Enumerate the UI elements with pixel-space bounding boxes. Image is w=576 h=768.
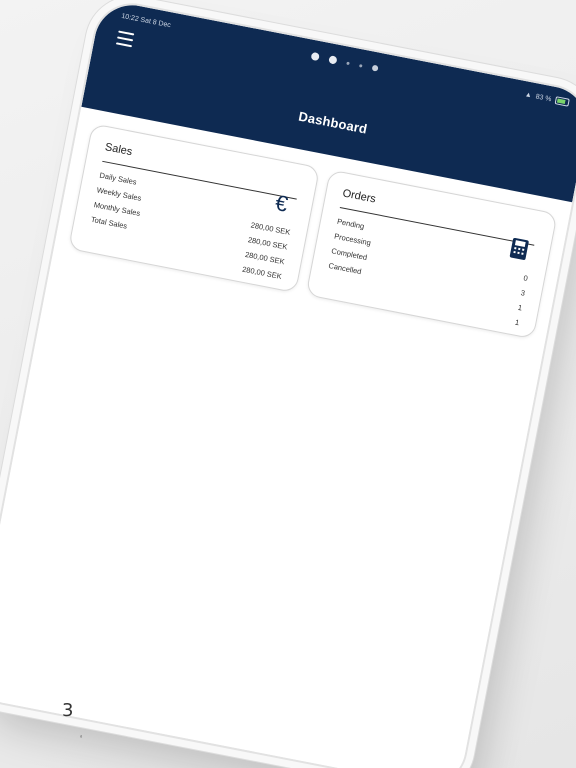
- card-terminal-icon: [505, 236, 533, 264]
- camera-lens-icon: [328, 55, 338, 65]
- orders-labels: Pending Processing Completed Cancelled: [323, 214, 375, 300]
- camera-sensor-icon: [359, 63, 363, 68]
- orders-rows: Pending Processing Completed Cancelled 0…: [323, 214, 533, 330]
- camera-sensor-icon: [346, 61, 350, 65]
- battery-icon: [554, 96, 570, 107]
- hamburger-icon: [118, 30, 135, 36]
- camera-lens-icon: [310, 51, 320, 62]
- menu-button[interactable]: [115, 30, 135, 48]
- stage: 10:22 Sat 8 Dec ▲ 83 % Dashboard Sales €…: [0, 0, 576, 768]
- camera-flash-icon: [371, 64, 379, 72]
- orders-value-pending: 0: [522, 273, 529, 284]
- app-screen: 10:22 Sat 8 Dec ▲ 83 % Dashboard Sales €…: [0, 0, 576, 768]
- hamburger-icon: [117, 36, 134, 42]
- orders-value-processing: 3: [519, 288, 526, 298]
- euro-icon: €: [273, 189, 291, 217]
- sales-labels: Daily Sales Weekly Sales Monthly Sales T…: [86, 168, 148, 256]
- status-time-date: 10:22 Sat 8 Dec: [120, 12, 172, 29]
- orders-value-cancelled: 1: [514, 317, 521, 328]
- battery-percent: 83 %: [535, 92, 553, 103]
- orders-value-completed: 1: [517, 302, 523, 313]
- background-handwriting: 3: [62, 700, 74, 721]
- orders-card[interactable]: Orders Pending Processing Completed Canc…: [305, 169, 558, 340]
- sales-rows: Daily Sales Weekly Sales Monthly Sales T…: [86, 168, 296, 284]
- hamburger-icon: [115, 42, 132, 48]
- sales-card[interactable]: Sales € Daily Sales Weekly Sales Monthly…: [67, 123, 321, 294]
- background-dot: ‘: [80, 734, 83, 745]
- wifi-icon: ▲: [524, 90, 533, 99]
- status-right: ▲ 83 %: [524, 90, 570, 107]
- tablet-device: 10:22 Sat 8 Dec ▲ 83 % Dashboard Sales €…: [0, 0, 576, 768]
- card-terminal-icon-svg: [509, 237, 529, 260]
